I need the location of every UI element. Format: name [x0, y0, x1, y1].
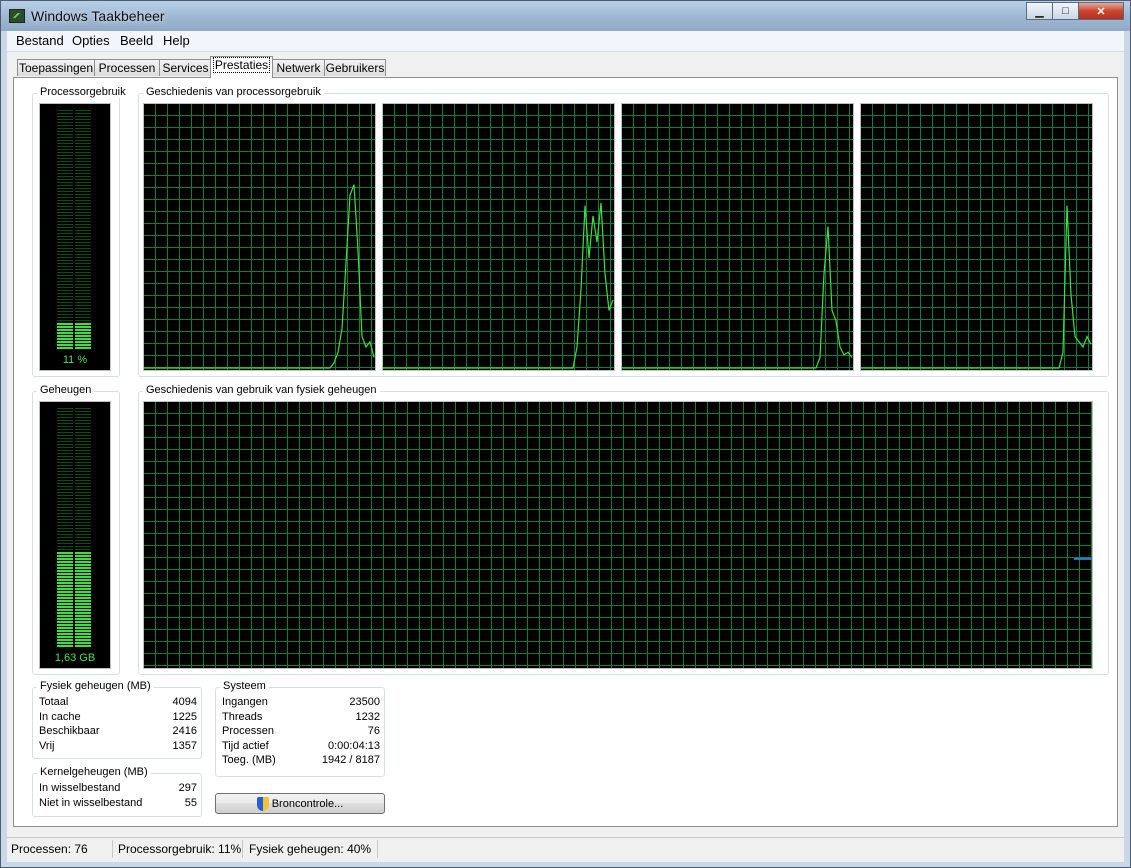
- menu-opties[interactable]: Opties: [72, 33, 110, 48]
- stat-value: 23500: [349, 696, 380, 708]
- stat-value: 1225: [172, 710, 197, 723]
- cpu-history-line: [144, 184, 375, 369]
- stat-value: 1232: [355, 710, 380, 723]
- resource-monitor-button-label: Broncontrole...: [271, 797, 344, 810]
- memory-history-graph: [143, 401, 1093, 669]
- stat-row: Threads 1232: [222, 711, 380, 725]
- minimize-button[interactable]: ▁: [1026, 2, 1053, 20]
- stat-row: Processen 76: [222, 725, 380, 739]
- stat-label: In cache: [39, 710, 81, 723]
- cpu-history-line: [622, 226, 853, 369]
- status-processes: Processen: 76: [11, 842, 88, 856]
- stat-label: In wisselbestand: [39, 782, 121, 794]
- stat-label: Totaal: [39, 696, 69, 708]
- status-memory: Fysiek geheugen: 40%: [249, 842, 372, 856]
- cpu-history-label: Geschiedenis van processorgebruik: [143, 86, 324, 98]
- stat-label: Tijd actief: [222, 739, 269, 752]
- kernel-memory-label: Kernelgeheugen (MB): [37, 766, 151, 778]
- tab-services[interactable]: Services: [159, 59, 212, 76]
- stat-label: Threads: [222, 710, 263, 723]
- memory-meter-fill: [57, 552, 91, 648]
- stat-row: Toeg. (MB) 1942 / 8187: [222, 754, 380, 768]
- memory-history-group: Geschiedenis van gebruik van fysiek gehe…: [138, 384, 1109, 675]
- close-icon: ✕: [1096, 5, 1106, 18]
- cpu-history-graph-2: [382, 103, 615, 371]
- stat-row: In wisselbestand 297: [39, 782, 197, 796]
- stat-label: Vrij: [39, 739, 55, 752]
- uac-shield-icon: [256, 796, 269, 811]
- stat-label: Niet in wisselbestand: [39, 796, 143, 809]
- stat-value: 4094: [172, 696, 197, 708]
- window-title: Windows Taakbeheer: [31, 8, 165, 24]
- menu-bestand[interactable]: Bestand: [16, 33, 64, 48]
- stat-label: Processen: [222, 725, 274, 737]
- cpu-history-graph-4: [860, 103, 1093, 371]
- stat-value: 297: [178, 782, 197, 794]
- stat-row: Ingangen 23500: [222, 696, 380, 710]
- stat-row: Totaal 4094: [39, 696, 197, 710]
- title-bar[interactable]: Windows Taakbeheer ▁ □ ✕: [1, 1, 1130, 31]
- client-area: Bestand Opties Beeld Help Toepassingen P…: [7, 31, 1124, 862]
- physical-memory-label: Fysiek geheugen (MB): [37, 680, 154, 692]
- minimize-icon: ▁: [1035, 5, 1044, 18]
- tab-netwerk[interactable]: Netwerk: [272, 59, 325, 76]
- memory-label: Geheugen: [37, 384, 95, 396]
- resource-monitor-button[interactable]: Broncontrole...: [215, 793, 385, 814]
- menu-beeld[interactable]: Beeld: [120, 33, 153, 48]
- cpu-usage-group: Processorgebruik 11 %: [32, 86, 129, 377]
- tab-processen[interactable]: Processen: [94, 59, 160, 76]
- menu-bar: Bestand Opties Beeld Help: [7, 31, 1124, 52]
- status-bar: Processen: 76 Processorgebruik: 11% Fysi…: [7, 837, 1124, 862]
- menu-help[interactable]: Help: [163, 33, 190, 48]
- stat-row: In cache 1225: [39, 711, 197, 725]
- system-label: Systeem: [220, 680, 269, 692]
- memory-group: Geheugen 1,63 GB: [32, 384, 120, 675]
- cpu-history-graph-1: [143, 103, 376, 371]
- stat-row: Beschikbaar 2416: [39, 725, 197, 739]
- cpu-history-line: [861, 205, 1092, 369]
- stat-value: 76: [367, 725, 380, 737]
- stat-value: 2416: [172, 725, 197, 737]
- performance-panel: Processorgebruik 11 % Geschiedenis van p…: [13, 77, 1118, 827]
- memory-history-label: Geschiedenis van gebruik van fysiek gehe…: [143, 384, 380, 396]
- maximize-button[interactable]: □: [1052, 2, 1079, 20]
- stat-value: 1942 / 8187: [321, 754, 380, 766]
- physical-memory-group: Fysiek geheugen (MB) Totaal 4094 In cache 1…: [32, 680, 202, 759]
- tab-gebruikers[interactable]: Gebruikers: [324, 59, 386, 76]
- task-manager-window: Windows Taakbeheer ▁ □ ✕ Bestand Opties …: [0, 0, 1131, 868]
- tab-prestaties[interactable]: Prestaties: [210, 56, 273, 78]
- cpu-usage-label: Processorgebruik: [37, 86, 129, 98]
- cpu-meter-fill: [57, 323, 91, 350]
- stat-label: Ingangen: [222, 696, 268, 708]
- stat-value: 1357: [172, 739, 197, 752]
- cpu-meter-value: 11 %: [62, 354, 88, 366]
- maximize-icon: □: [1062, 5, 1069, 17]
- cpu-history-graph-3: [621, 103, 854, 371]
- stat-row: Vrij 1357: [39, 740, 197, 754]
- stat-row: Niet in wisselbestand 55: [39, 797, 197, 811]
- stat-row: Tijd actief 0:00:04:13: [222, 740, 380, 754]
- cpu-history-group: Geschiedenis van processorgebruik: [138, 86, 1109, 377]
- status-cpu: Processorgebruik: 11%: [118, 842, 242, 856]
- stat-label: Toeg. (MB): [222, 754, 276, 766]
- stat-label: Beschikbaar: [39, 725, 100, 737]
- close-button[interactable]: ✕: [1078, 2, 1124, 20]
- task-manager-icon: [9, 9, 25, 23]
- cpu-history-line: [383, 202, 614, 369]
- stat-value: 55: [184, 796, 197, 809]
- system-group: Systeem Ingangen 23500 Threads 1232 Processe…: [215, 680, 385, 777]
- cpu-meter: 11 %: [39, 103, 111, 371]
- memory-meter-value: 1,63 GB: [54, 652, 96, 664]
- tab-toepassingen[interactable]: Toepassingen: [17, 59, 95, 76]
- stat-value: 0:00:04:13: [328, 739, 380, 752]
- kernel-memory-group: Kernelgeheugen (MB) In wisselbestand 297 N…: [32, 766, 202, 817]
- memory-meter: 1,63 GB: [39, 401, 111, 669]
